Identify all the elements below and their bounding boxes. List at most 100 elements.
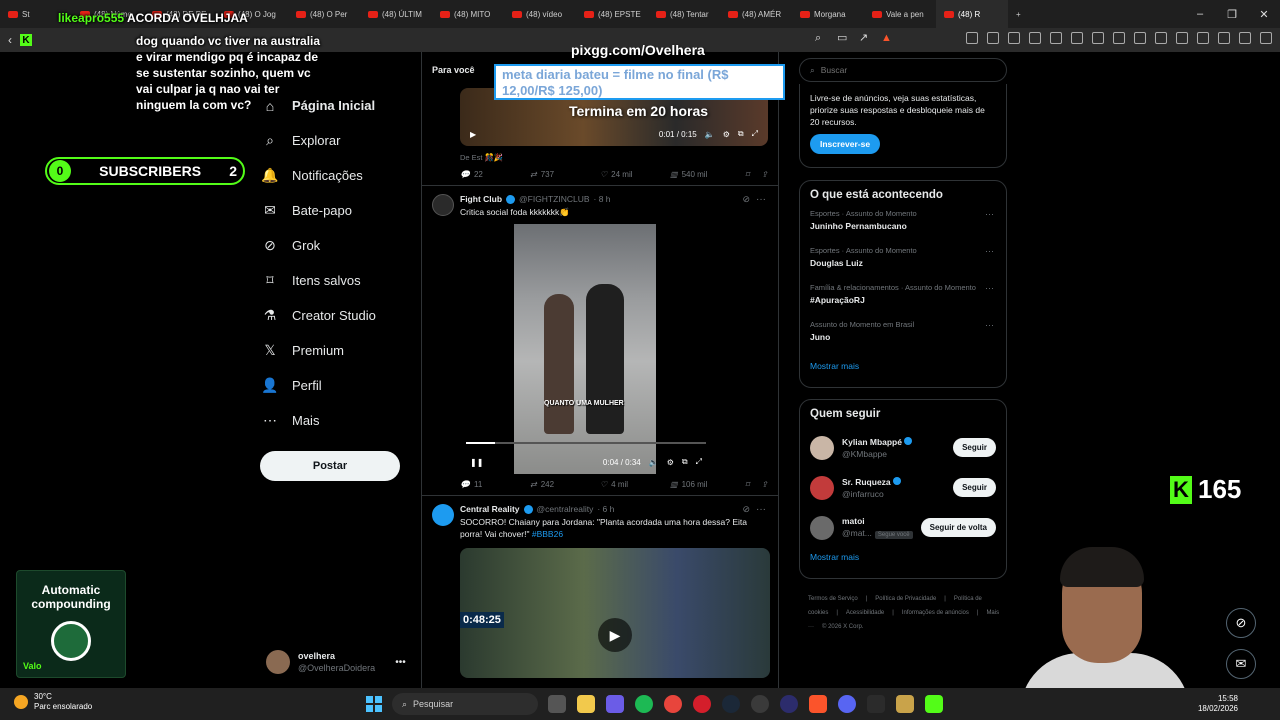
play-icon[interactable]: ▶ <box>470 130 476 139</box>
kick-icon[interactable] <box>925 695 943 713</box>
video-player[interactable]: 0:48:25 ▶ <box>460 548 770 678</box>
browser-tab[interactable]: (48) R <box>936 0 1008 28</box>
extension-icon[interactable] <box>1029 32 1041 44</box>
repost-button[interactable]: ⇄ 737 <box>530 170 600 179</box>
extension-icon[interactable] <box>1092 32 1104 44</box>
weather-widget[interactable]: 30°C Parc ensolarado <box>14 692 92 712</box>
extension-icon[interactable] <box>1176 32 1188 44</box>
browser-tab[interactable]: (48) AMÉR <box>720 0 792 28</box>
brave-icon[interactable] <box>809 695 827 713</box>
zoom-icon[interactable]: ⌕ <box>815 32 827 44</box>
close-button[interactable]: ✕ <box>1248 0 1280 28</box>
video-progress[interactable] <box>466 442 706 444</box>
app-icon[interactable] <box>780 695 798 713</box>
more-icon[interactable]: ••• <box>395 657 406 668</box>
browser-tab[interactable]: Morgana <box>792 0 864 28</box>
extension-icon[interactable] <box>1071 32 1083 44</box>
grok-float-button[interactable]: ⊘ <box>1226 608 1256 638</box>
more-icon[interactable]: ··· <box>985 283 994 293</box>
windows-start-icon[interactable] <box>366 696 382 712</box>
views-button[interactable]: ▥ 540 mil <box>670 170 740 179</box>
reply-button[interactable]: 💬 11 <box>460 480 530 489</box>
extension-icon[interactable] <box>1008 32 1020 44</box>
search-box[interactable]: ⌕ <box>799 58 1007 82</box>
trend-item[interactable]: Esportes · Assunto do Momento Douglas Lui… <box>810 246 996 283</box>
brave-shield-icon[interactable]: ▲ <box>881 32 893 44</box>
settings-icon[interactable]: ⚙ <box>723 130 730 139</box>
steam-icon[interactable] <box>722 695 740 713</box>
video-player[interactable]: QUANTO UMA MULHER ❚❚ 0:04 / 0:34 🔈 ⚙ ⧉ ⤢ <box>460 224 712 474</box>
follow-suggestion[interactable]: Sr. Ruqueza @infarruco Seguir <box>810 468 996 508</box>
show-more-link[interactable]: Mostrar mais <box>810 361 996 371</box>
account-switcher[interactable]: ovelhera @OvelheraDoidera ••• <box>266 646 416 678</box>
tweet[interactable]: Central Reality @centralreality · 6 h ⊘ … <box>422 496 778 684</box>
tweet-author-name[interactable]: Central Reality <box>460 504 520 514</box>
sidebar-item-mail[interactable]: ✉ Bate-papo <box>262 193 412 228</box>
more-icon[interactable]: ··· <box>985 209 994 219</box>
tweet-author-name[interactable]: Fight Club <box>460 194 502 204</box>
volume-icon[interactable]: 🔈 <box>705 130 715 139</box>
follow-suggestion[interactable]: Kylian Mbappé @KMbappe Seguir <box>810 428 996 468</box>
footer-link[interactable]: Acessibilidade <box>846 610 884 616</box>
footer-link[interactable]: Informações de anúncios <box>902 610 969 616</box>
task-view-icon[interactable] <box>548 695 566 713</box>
like-button[interactable]: ♡ 24 mil <box>600 170 670 179</box>
browser-tab[interactable]: Vale a pen <box>864 0 936 28</box>
system-clock[interactable]: 15:58 18/02/2026 <box>1198 694 1238 714</box>
sidebar-item-person[interactable]: 👤 Perfil <box>261 368 412 403</box>
more-icon[interactable]: ··· <box>756 194 766 205</box>
bookmark-icon[interactable]: ⌑ <box>745 480 749 489</box>
cast-icon[interactable]: ▭ <box>837 32 849 44</box>
footer-link[interactable]: Política de Privacidade <box>875 596 936 602</box>
tab-for-you[interactable]: Para você <box>432 65 475 75</box>
sidebar-item-grok[interactable]: ⊘ Grok <box>262 228 412 263</box>
sidebar-item-flask[interactable]: ⚗ Creator Studio <box>262 298 412 333</box>
more-icon[interactable]: ··· <box>756 504 766 515</box>
spotify-icon[interactable] <box>635 695 653 713</box>
follow-button[interactable]: Seguir de volta <box>920 518 996 537</box>
share-icon[interactable]: ↗ <box>859 32 871 44</box>
extension-icon[interactable] <box>1050 32 1062 44</box>
app-icon[interactable] <box>867 695 885 713</box>
browser-tab[interactable]: (48) EPSTE <box>576 0 648 28</box>
share-icon[interactable]: ⇪ <box>761 170 768 179</box>
reply-button[interactable]: 💬 22 <box>460 170 530 179</box>
extension-icon[interactable] <box>966 32 978 44</box>
chrome-icon[interactable] <box>664 695 682 713</box>
footer-link[interactable]: Termos de Serviço <box>808 596 858 602</box>
sidebar-item-x-logo[interactable]: 𝕏 Premium <box>262 333 412 368</box>
browser-tab[interactable]: (48) vídeo <box>504 0 576 28</box>
post-button[interactable]: Postar <box>260 451 400 481</box>
tweet-time[interactable]: · 6 h <box>597 504 614 514</box>
volume-icon[interactable]: 🔈 <box>649 458 659 467</box>
taskbar-search[interactable]: ⌕ Pesquisar <box>392 693 538 715</box>
new-tab-button[interactable]: + <box>1008 0 1032 28</box>
opera-icon[interactable] <box>693 695 711 713</box>
views-button[interactable]: ▥ 106 mil <box>670 480 740 489</box>
repost-button[interactable]: ⇄ 242 <box>530 480 600 489</box>
fullscreen-icon[interactable]: ⤢ <box>752 129 758 139</box>
extension-icon[interactable] <box>1113 32 1125 44</box>
trend-item[interactable]: Assunto do Momento em Brasil Juno ··· <box>810 320 996 357</box>
show-more-link[interactable]: Mostrar mais <box>810 552 996 562</box>
file-explorer-icon[interactable] <box>577 695 595 713</box>
more-icon[interactable]: ··· <box>985 320 994 330</box>
fullscreen-icon[interactable]: ⤢ <box>696 457 702 467</box>
share-icon[interactable]: ⇪ <box>761 480 768 489</box>
extension-icon[interactable] <box>1197 32 1209 44</box>
search-input[interactable] <box>820 65 991 75</box>
tweet-author-handle[interactable]: @FIGHTZINCLUB <box>519 194 590 204</box>
sidebar-item-bell[interactable]: 🔔 Notificações <box>261 158 412 193</box>
pip-icon[interactable]: ⧉ <box>738 129 744 139</box>
minimize-button[interactable]: – <box>1184 0 1216 28</box>
sidebar-item-bookmark[interactable]: ⌑ Itens salvos <box>262 263 412 298</box>
like-button[interactable]: ♡ 4 mil <box>600 480 670 489</box>
browser-tab[interactable]: (48) MITO <box>432 0 504 28</box>
hashtag-link[interactable]: #BBB26 <box>532 529 563 539</box>
grok-icon[interactable]: ⊘ <box>742 194 750 205</box>
footer-link[interactable]: © 2026 X Corp. <box>822 624 863 630</box>
follow-button[interactable]: Seguir <box>953 478 996 497</box>
pause-icon[interactable]: ❚❚ <box>470 458 483 467</box>
bookmark-icon[interactable]: ⌑ <box>745 170 749 179</box>
pip-icon[interactable]: ⧉ <box>682 457 688 467</box>
